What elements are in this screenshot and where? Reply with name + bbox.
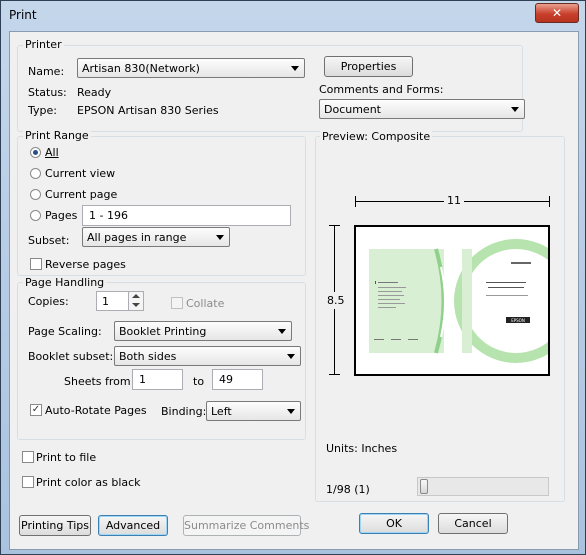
preview-sheet: EPSON (354, 225, 550, 376)
cancel-button[interactable]: Cancel (438, 513, 508, 534)
advanced-button[interactable]: Advanced (98, 515, 168, 536)
collate-label: Collate (186, 297, 225, 310)
printer-name-label: Name: (28, 65, 65, 78)
spin-down-icon[interactable] (132, 303, 140, 307)
print-dialog-window: Print ✕ Printer Name: Artisan 830(Networ… (0, 0, 586, 555)
printer-status-value: Ready (77, 86, 112, 99)
radio-current-page[interactable] (30, 189, 41, 200)
printing-tips-button[interactable]: Printing Tips (19, 515, 91, 536)
binding-label: Binding: (161, 405, 207, 418)
subset-label: Subset: (28, 234, 70, 247)
page-slider-track[interactable] (417, 477, 549, 496)
printer-status-label: Status: (28, 86, 67, 99)
sheets-to-label: to (193, 375, 205, 388)
width-dimension-tick-right (549, 196, 550, 207)
width-dimension-tick-left (355, 196, 356, 207)
printer-type-value: EPSON Artisan 830 Series (77, 104, 219, 117)
window-title: Print (9, 8, 37, 22)
booklet-subset-value: Both sides (119, 350, 177, 363)
sheets-from-label: Sheets from (64, 375, 131, 388)
page-scaling-select[interactable]: Booklet Printing (114, 321, 292, 341)
printer-name-select[interactable]: Artisan 830(Network) (77, 58, 305, 78)
subset-select[interactable]: All pages in range (82, 227, 230, 247)
printer-name-value: Artisan 830(Network) (82, 62, 200, 75)
sheets-from-input[interactable]: 1 (132, 369, 183, 390)
cover-brand-text: EPSON (511, 318, 525, 323)
radio-current-view[interactable] (30, 168, 41, 179)
radio-pages-label: Pages (45, 209, 78, 222)
ok-button[interactable]: OK (359, 513, 429, 534)
units-label: Units: Inches (326, 442, 398, 455)
chevron-down-icon (287, 354, 295, 359)
binding-select[interactable]: Left (206, 401, 301, 421)
page-scaling-value: Booklet Printing (119, 325, 207, 338)
print-color-black-checkbox[interactable] (22, 476, 34, 488)
summarize-comments-button[interactable]: Summarize Comments (183, 515, 309, 536)
collate-checkbox[interactable] (171, 297, 183, 309)
print-to-file-checkbox[interactable] (22, 451, 34, 463)
printer-type-label: Type: (28, 104, 57, 117)
title-bar: Print ✕ (1, 1, 585, 31)
copies-label: Copies: (28, 295, 69, 308)
chevron-down-icon (278, 329, 286, 334)
page-slider-thumb[interactable] (420, 479, 428, 494)
booklet-subset-label: Booklet subset: (28, 350, 114, 363)
properties-button[interactable]: Properties (324, 56, 413, 77)
pages-range-input[interactable]: 1 - 196 (82, 205, 291, 226)
booklet-preview-image: EPSON (369, 239, 548, 363)
printer-group-label: Printer (23, 38, 64, 51)
booklet-subset-select[interactable]: Both sides (114, 346, 301, 366)
close-button[interactable]: ✕ (535, 3, 579, 23)
comments-forms-value: Document (324, 103, 381, 116)
print-color-black-label: Print color as black (36, 476, 141, 489)
binding-value: Left (211, 405, 232, 418)
copies-input[interactable]: 1 (96, 291, 132, 311)
page-handling-group-label: Page Handling (23, 276, 107, 289)
height-dimension-tick-top (329, 225, 340, 226)
reverse-pages-checkbox[interactable] (30, 258, 42, 270)
page-scaling-label: Page Scaling: (28, 325, 102, 338)
radio-current-page-label: Current page (45, 188, 118, 201)
copies-spinner[interactable] (128, 291, 144, 311)
chevron-down-icon (287, 409, 295, 414)
height-dimension-label: 8.5 (327, 292, 345, 309)
radio-all[interactable] (30, 147, 41, 158)
print-range-group-label: Print Range (23, 129, 91, 142)
chevron-down-icon (291, 66, 299, 71)
spin-up-icon[interactable] (132, 294, 140, 298)
chevron-down-icon (216, 235, 224, 240)
chevron-down-icon (511, 107, 519, 112)
comments-forms-select[interactable]: Document (319, 99, 525, 119)
dialog-client-area: Printer Name: Artisan 830(Network) Statu… (9, 31, 579, 550)
subset-value: All pages in range (87, 231, 187, 244)
height-dimension-tick-bottom (329, 374, 340, 375)
reverse-pages-label: Reverse pages (45, 258, 126, 271)
auto-rotate-checkbox[interactable]: ✓ (30, 404, 42, 416)
auto-rotate-label: Auto-Rotate Pages (45, 404, 147, 417)
comments-forms-label: Comments and Forms: (319, 83, 444, 96)
print-to-file-label: Print to file (36, 451, 97, 464)
sheets-to-input[interactable]: 49 (212, 369, 263, 390)
page-indicator-label: 1/98 (1) (326, 483, 370, 496)
radio-current-view-label: Current view (45, 167, 116, 180)
close-icon: ✕ (551, 6, 563, 20)
preview-group-label: Preview: Composite (320, 130, 433, 143)
radio-all-label: All (45, 146, 59, 159)
radio-pages[interactable] (30, 210, 41, 221)
width-dimension-label: 11 (444, 194, 464, 207)
